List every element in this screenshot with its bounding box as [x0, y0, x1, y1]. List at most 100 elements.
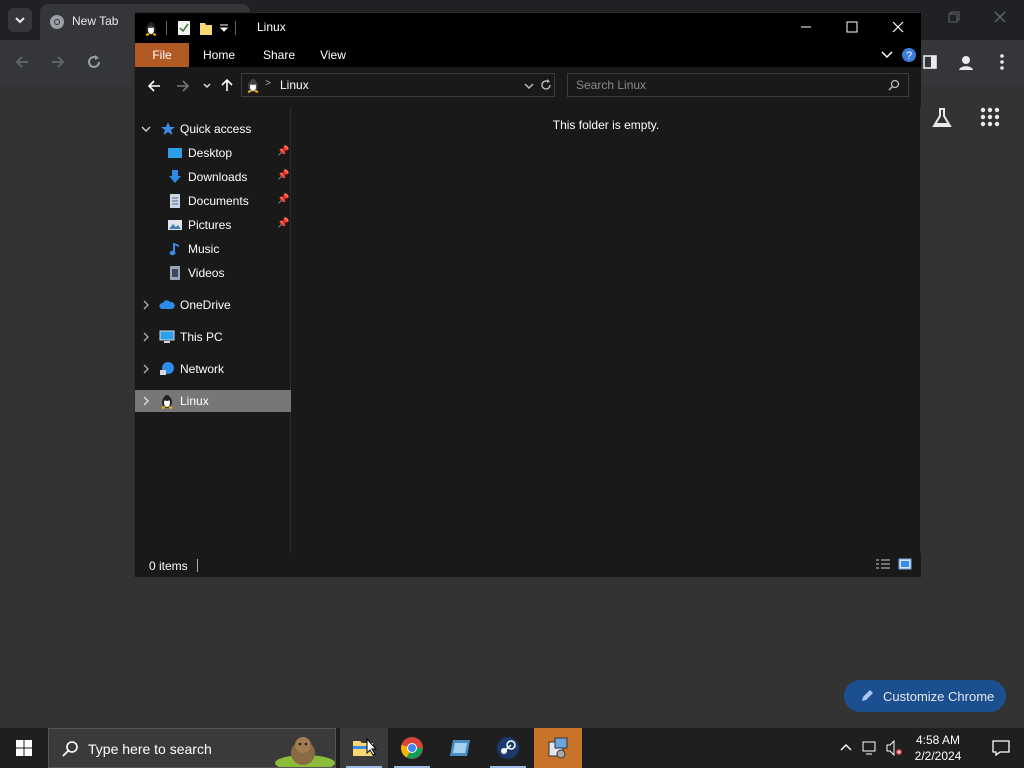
address-bar[interactable]: > Linux: [241, 73, 555, 97]
nav-label-onedrive: OneDrive: [180, 298, 231, 312]
tab-share[interactable]: Share: [257, 43, 301, 67]
forward-arrow-icon[interactable]: [46, 53, 70, 76]
large-icons-view-icon[interactable]: [898, 557, 912, 571]
steam-logo-icon: [497, 737, 519, 759]
labs-flask-icon[interactable]: [928, 106, 956, 135]
customize-chrome-label: Customize Chrome: [883, 689, 995, 704]
taskbar-steam[interactable]: [484, 728, 532, 768]
nav-label-pictures: Pictures: [188, 218, 232, 232]
notification-icon: [992, 740, 1010, 756]
restore-icon[interactable]: [942, 10, 966, 29]
empty-folder-message: This folder is empty.: [552, 118, 660, 132]
pin-icon[interactable]: 📌: [277, 194, 289, 205]
new-folder-icon[interactable]: [199, 20, 213, 36]
item-count: 0 items: [149, 559, 188, 573]
system-clock[interactable]: 4:58 AM 2/2/2024: [908, 732, 968, 764]
back-arrow-icon[interactable]: [10, 53, 34, 76]
close-icon: [892, 21, 904, 33]
start-button[interactable]: [0, 728, 48, 768]
taskbar: Type here to search 4:58 AM 2/2/2024: [0, 728, 1024, 768]
volume-muted-icon[interactable]: [886, 740, 904, 756]
properties-icon[interactable]: [177, 20, 191, 36]
search-highlight-groundhog-icon: [275, 737, 335, 767]
nav-label-quick-access: Quick access: [180, 122, 252, 136]
nav-item-linux[interactable]: Linux: [135, 390, 291, 412]
nav-item-desktop[interactable]: Desktop 📌: [135, 142, 291, 164]
pin-icon[interactable]: 📌: [277, 146, 289, 157]
file-list-pane[interactable]: This folder is empty.: [292, 107, 920, 553]
chevron-right-icon[interactable]: [141, 396, 151, 406]
chrome-tab-title: New Tab: [72, 14, 119, 28]
tab-file[interactable]: File: [135, 43, 189, 67]
details-view-icon[interactable]: [875, 558, 891, 570]
nav-item-downloads[interactable]: Downloads 📌: [135, 166, 291, 188]
nav-item-documents[interactable]: Documents 📌: [135, 190, 291, 212]
maximize-button[interactable]: [829, 13, 875, 43]
window-title: Linux: [257, 20, 286, 34]
linux-penguin-icon: [161, 395, 173, 409]
ribbon-expand-icon[interactable]: [881, 50, 893, 60]
close-button[interactable]: [875, 13, 921, 43]
breadcrumb-current[interactable]: Linux: [280, 78, 309, 92]
search-icon: [62, 741, 78, 757]
tab-search-button[interactable]: [8, 8, 32, 32]
help-icon[interactable]: ?: [901, 47, 917, 63]
status-separator: [197, 559, 198, 572]
nav-item-onedrive[interactable]: OneDrive: [135, 294, 291, 316]
document-icon: [170, 194, 180, 208]
mouse-cursor-icon: [366, 738, 378, 756]
nav-label-this-pc: This PC: [180, 330, 223, 344]
search-box[interactable]: Search Linux: [567, 73, 909, 97]
back-arrow-icon[interactable]: [146, 78, 162, 94]
cloud-icon: [159, 300, 175, 309]
explorer-title-bar[interactable]: Linux: [135, 13, 921, 43]
nav-item-pictures[interactable]: Pictures 📌: [135, 214, 291, 236]
windows-logo-icon: [16, 740, 32, 756]
customize-chrome-button[interactable]: Customize Chrome: [844, 680, 1006, 712]
pin-icon[interactable]: 📌: [277, 170, 289, 181]
nav-item-quick-access[interactable]: Quick access: [135, 118, 291, 140]
minimize-icon: [801, 26, 811, 28]
search-icon[interactable]: [888, 79, 900, 91]
nav-item-network[interactable]: Network: [135, 358, 291, 380]
taskbar-installer-app[interactable]: [534, 728, 582, 768]
taskbar-file-explorer[interactable]: [340, 728, 388, 768]
profile-avatar-icon[interactable]: [954, 53, 978, 78]
chevron-right-icon[interactable]: [141, 332, 151, 342]
nav-item-videos[interactable]: Videos: [135, 262, 291, 284]
side-panel-icon[interactable]: [918, 53, 942, 76]
svg-text:?: ?: [906, 50, 912, 62]
network-icon: [160, 362, 174, 375]
recent-locations-chevron-icon[interactable]: [202, 81, 212, 91]
nav-item-this-pc[interactable]: This PC: [135, 326, 291, 348]
address-row: > Linux Search Linux: [135, 67, 921, 107]
quick-access-dropdown-icon[interactable]: [219, 23, 229, 33]
minimize-button[interactable]: [783, 13, 829, 43]
forward-arrow-icon[interactable]: [175, 78, 191, 94]
nav-item-music[interactable]: Music: [135, 238, 291, 260]
network-disconnected-icon[interactable]: [862, 740, 880, 756]
reload-icon[interactable]: [82, 53, 106, 76]
close-icon[interactable]: [988, 10, 1012, 29]
chevron-right-icon[interactable]: [141, 300, 151, 310]
notification-center-button[interactable]: [978, 728, 1024, 768]
linux-penguin-icon: [145, 22, 157, 36]
refresh-icon[interactable]: [540, 79, 552, 91]
up-arrow-icon[interactable]: [219, 77, 235, 93]
chevron-right-icon[interactable]: [141, 364, 151, 374]
chevron-up-icon[interactable]: [840, 742, 852, 752]
taskbar-search-box[interactable]: Type here to search: [48, 728, 336, 768]
chevron-down-icon[interactable]: [141, 124, 151, 134]
apps-grid-icon[interactable]: [976, 106, 1004, 133]
clock-date: 2/2/2024: [914, 749, 962, 763]
tab-home[interactable]: Home: [197, 43, 241, 67]
tab-view[interactable]: View: [313, 43, 353, 67]
film-icon: [170, 266, 180, 280]
title-separator: [235, 21, 236, 35]
chrome-menu-icon[interactable]: [990, 53, 1014, 76]
taskbar-chrome[interactable]: [388, 728, 436, 768]
taskbar-app-remote-desktop[interactable]: [436, 728, 484, 768]
pin-icon[interactable]: 📌: [277, 218, 289, 229]
taskbar-search-placeholder: Type here to search: [88, 741, 212, 757]
address-dropdown-icon[interactable]: [524, 81, 534, 91]
